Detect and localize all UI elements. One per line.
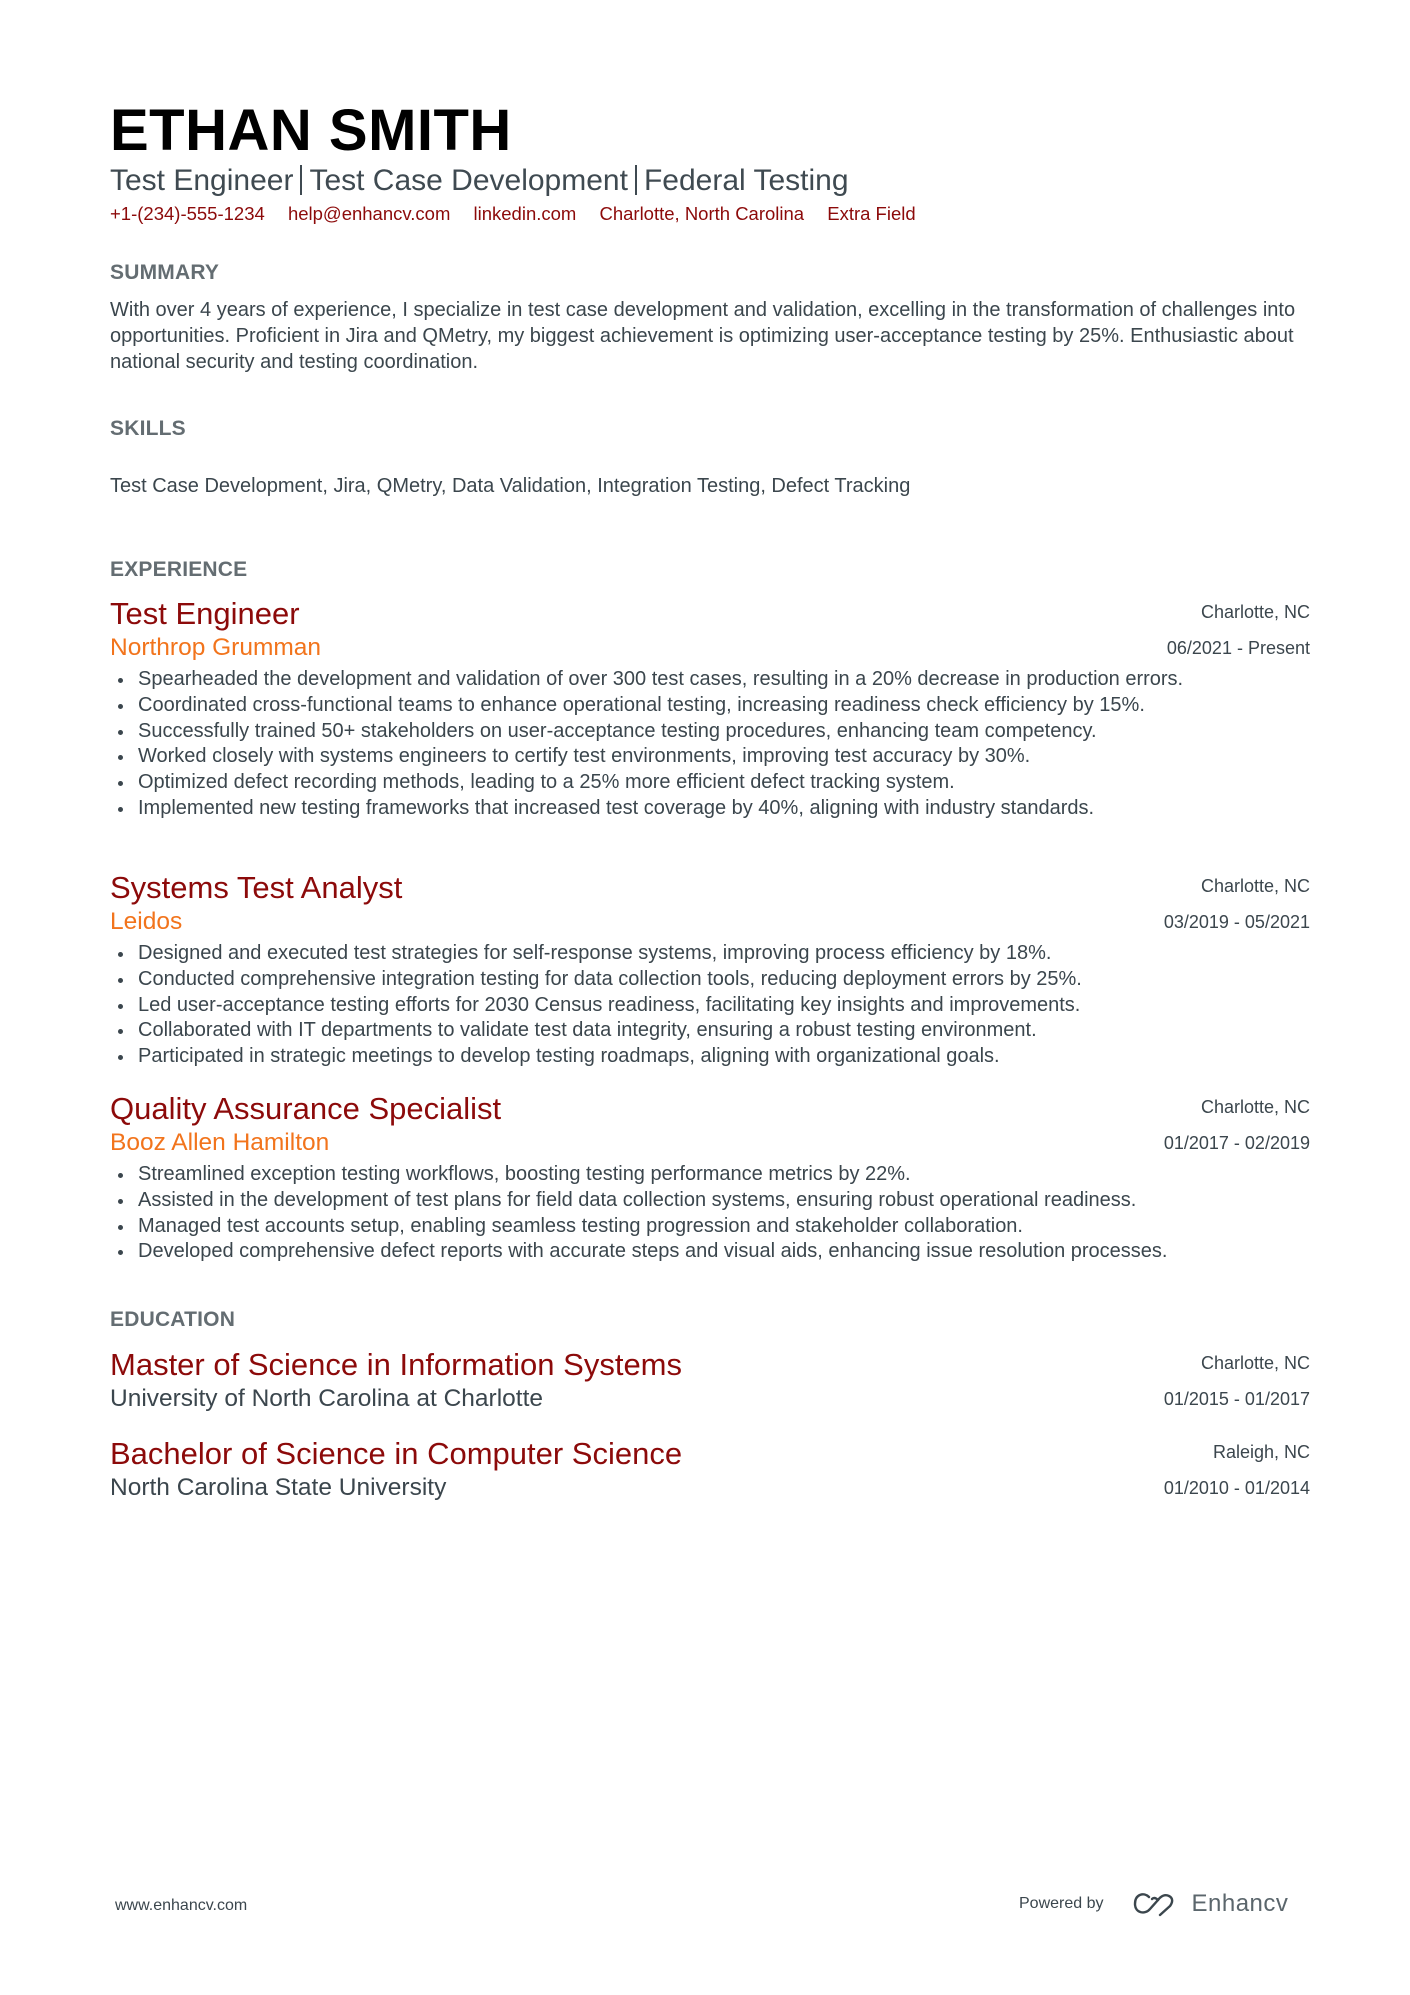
company-name: Booz Allen Hamilton — [110, 1129, 330, 1156]
location-text: Charlotte, North Carolina — [599, 203, 805, 224]
headline-part: Test Engineer — [110, 164, 294, 197]
job-dates: 01/2017 - 02/2019 — [1163, 1133, 1310, 1153]
education-dates: 01/2010 - 01/2014 — [1163, 1478, 1310, 1498]
job-location: Charlotte, NC — [1200, 876, 1310, 896]
education-entry: Master of Science in Information Systems… — [110, 1347, 1310, 1415]
school-location: Charlotte, NC — [1200, 1353, 1310, 1373]
job-title: Test Engineer — [110, 596, 300, 631]
experience-entry: Quality Assurance Specialist Booz Allen … — [110, 1091, 1310, 1265]
summary-heading: SUMMARY — [110, 261, 220, 284]
bullet-item: Developed comprehensive defect reports w… — [110, 1239, 1310, 1265]
contact-info: +1-(234)-555-1234 help@enhancv.com linke… — [110, 202, 934, 226]
headline-separator — [634, 165, 637, 195]
phone-link[interactable]: +1-(234)-555-1234 — [110, 203, 265, 224]
extra-field: Extra Field — [827, 203, 916, 224]
footer-website-link[interactable]: www.enhancv.com — [115, 1897, 247, 1915]
school-name: University of North Carolina at Charlott… — [110, 1385, 544, 1412]
bullet-item: Worked closely with systems engineers to… — [110, 744, 1310, 770]
degree-title: Bachelor of Science in Computer Science — [110, 1436, 683, 1471]
experience-entry: Test Engineer Northrop Grumman Charlotte… — [110, 596, 1310, 822]
experience-heading: EXPERIENCE — [110, 558, 248, 581]
bullet-item: Implemented new testing frameworks that … — [110, 796, 1310, 822]
bullet-item: Spearheaded the development and validati… — [110, 667, 1310, 693]
bullet-item: Collaborated with IT departments to vali… — [110, 1018, 1310, 1044]
bullet-item: Assisted in the development of test plan… — [110, 1188, 1310, 1214]
enhancv-brand-name: Enhancv — [1191, 1890, 1289, 1917]
education-entry: Bachelor of Science in Computer Science … — [110, 1436, 1310, 1504]
enhancv-logo-icon — [1133, 1893, 1173, 1917]
powered-by-badge[interactable]: Powered by Enhancv — [1019, 1890, 1288, 1918]
bullet-item: Conducted comprehensive integration test… — [110, 967, 1310, 993]
powered-by-label: Powered by — [1019, 1895, 1104, 1912]
linkedin-link[interactable]: linkedin.com — [474, 203, 577, 224]
email-link[interactable]: help@enhancv.com — [288, 203, 450, 224]
company-name: Northrop Grumman — [110, 634, 322, 661]
headline-part: Federal Testing — [643, 164, 849, 197]
bullet-item: Participated in strategic meetings to de… — [110, 1044, 1310, 1070]
school-location: Raleigh, NC — [1212, 1442, 1310, 1462]
summary-text: With over 4 years of experience, I speci… — [110, 299, 1296, 373]
degree-title: Master of Science in Information Systems — [110, 1347, 683, 1382]
education-dates: 01/2015 - 01/2017 — [1163, 1389, 1310, 1409]
bullet-item: Successfully trained 50+ stakeholders on… — [110, 719, 1310, 745]
candidate-name: ETHAN SMITH — [110, 98, 512, 163]
bullet-item: Optimized defect recording methods, lead… — [110, 770, 1310, 796]
job-bullets: Designed and executed test strategies fo… — [110, 941, 1310, 1070]
skills-text: Test Case Development, Jira, QMetry, Dat… — [110, 475, 911, 497]
job-location: Charlotte, NC — [1200, 602, 1310, 622]
job-dates: 06/2021 - Present — [1166, 638, 1310, 658]
job-title: Systems Test Analyst — [110, 870, 403, 905]
bullet-item: Managed test accounts setup, enabling se… — [110, 1214, 1310, 1240]
bullet-item: Coordinated cross-functional teams to en… — [110, 693, 1310, 719]
education-heading: EDUCATION — [110, 1308, 236, 1331]
job-title: Quality Assurance Specialist — [110, 1091, 502, 1126]
job-bullets: Spearheaded the development and validati… — [110, 667, 1310, 822]
skills-heading: SKILLS — [110, 417, 186, 440]
bullet-item: Streamlined exception testing workflows,… — [110, 1162, 1310, 1188]
school-name: North Carolina State University — [110, 1474, 447, 1501]
job-bullets: Streamlined exception testing workflows,… — [110, 1162, 1310, 1265]
company-name: Leidos — [110, 908, 183, 935]
experience-entry: Systems Test Analyst Leidos Charlotte, N… — [110, 870, 1310, 1070]
headline-separator — [300, 165, 303, 195]
headline: Test Engineer Test Case Development Federa… — [110, 162, 849, 200]
bullet-item: Designed and executed test strategies fo… — [110, 941, 1310, 967]
job-location: Charlotte, NC — [1200, 1097, 1310, 1117]
bullet-item: Led user-acceptance testing efforts for … — [110, 993, 1310, 1019]
headline-part: Test Case Development — [309, 164, 628, 197]
job-dates: 03/2019 - 05/2021 — [1163, 912, 1310, 932]
